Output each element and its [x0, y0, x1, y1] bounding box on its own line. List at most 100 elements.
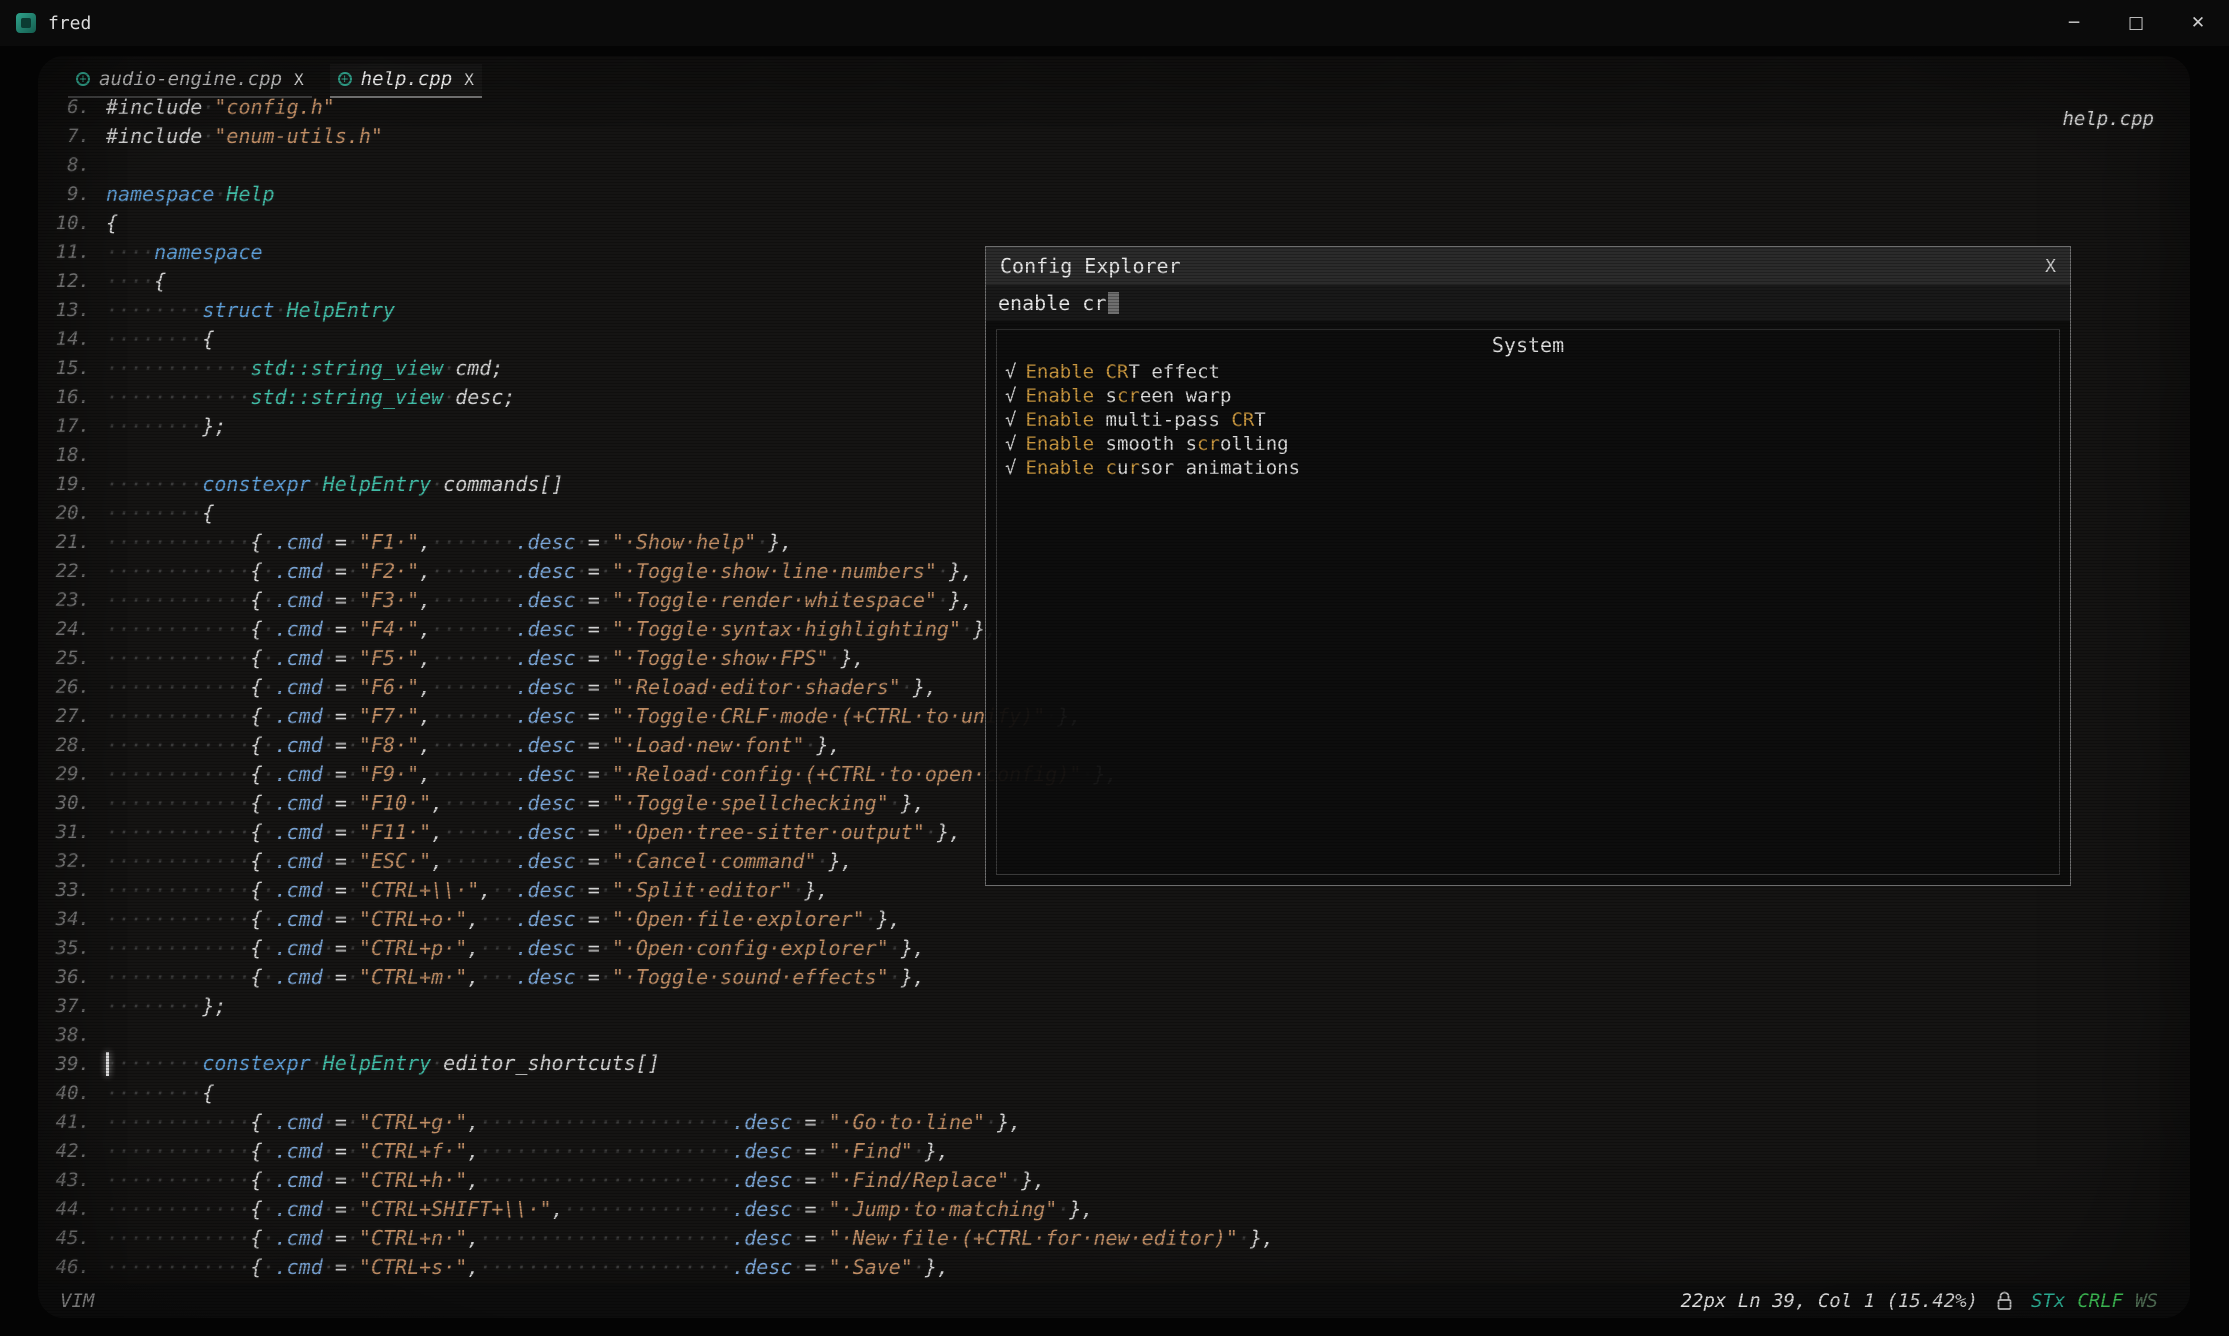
config-section-header: System: [997, 330, 2059, 360]
line-number: 46.: [38, 1256, 106, 1278]
line-number: 45.: [38, 1227, 106, 1249]
line-number: 19.: [38, 473, 106, 495]
config-entry[interactable]: √Enable screen warp: [997, 384, 2059, 408]
tab-label: audio-engine.cpp: [99, 68, 282, 90]
config-explorer-title: Config Explorer: [1000, 254, 1181, 278]
line-number: 31.: [38, 821, 106, 843]
line-number: 17.: [38, 415, 106, 437]
tab-bar: audio-engine.cpp Xhelp.cpp X: [68, 64, 482, 98]
app-icon: [16, 13, 36, 33]
line-number: 34.: [38, 908, 106, 930]
crt-editor-screen: audio-engine.cppXhelp.cppX help.cpp 6.#i…: [38, 56, 2190, 1318]
window-title: fred: [48, 13, 91, 34]
minimize-button[interactable]: ─: [2043, 0, 2105, 46]
titlebar: fred ─ □ ✕: [0, 0, 2229, 46]
line-number: 12.: [38, 270, 106, 292]
status-flags: STx CRLF WS: [2031, 1290, 2158, 1312]
config-entry[interactable]: √Enable multi-pass CRT: [997, 408, 2059, 432]
checked-checkbox-icon: √: [1005, 408, 1016, 432]
checked-checkbox-icon: √: [1005, 360, 1016, 384]
line-number: 41.: [38, 1111, 106, 1133]
code-line: 10.{: [38, 208, 2190, 237]
line-number: 40.: [38, 1082, 106, 1104]
config-entry-list: √Enable CRT effect√Enable screen warp√En…: [997, 360, 2059, 480]
checked-checkbox-icon: √: [1005, 432, 1016, 456]
code-line: 37.········};: [38, 991, 2190, 1020]
code-line: 9.namespace·Help: [38, 179, 2190, 208]
code-line: 8.: [38, 150, 2190, 179]
line-number: 20.: [38, 502, 106, 524]
config-explorer-dialog: Config Explorer X enable cr System √Enab…: [985, 246, 2071, 886]
close-button[interactable]: ✕: [2167, 0, 2229, 46]
tab-close-icon[interactable]: X: [464, 70, 474, 89]
line-number: 27.: [38, 705, 106, 727]
cpp-file-icon: [76, 72, 90, 86]
line-number: 22.: [38, 560, 106, 582]
line-number: 13.: [38, 299, 106, 321]
maximize-button[interactable]: □: [2105, 0, 2167, 46]
tab-label: help.cpp: [361, 68, 453, 90]
config-entry[interactable]: √Enable CRT effect: [997, 360, 2059, 384]
active-file-indicator: help.cpp: [2062, 108, 2154, 130]
status-flag-WS: WS: [2135, 1290, 2158, 1312]
code-line: 35.············{·.cmd·=·"CTRL+p·",···.de…: [38, 933, 2190, 962]
lock-icon: [1996, 1291, 2013, 1311]
line-number: 25.: [38, 647, 106, 669]
status-flag-CRLF: CRLF: [2077, 1290, 2123, 1312]
code-line: 40.········{: [38, 1078, 2190, 1107]
line-number: 10.: [38, 212, 106, 234]
line-number: 24.: [38, 618, 106, 640]
code-line: 46.············{·.cmd·=·"CTRL+s·",······…: [38, 1252, 2190, 1281]
code-line: 36.············{·.cmd·=·"CTRL+m·",···.de…: [38, 962, 2190, 991]
line-number: 6.: [38, 96, 106, 118]
line-number: 7.: [38, 125, 106, 147]
line-number: 43.: [38, 1169, 106, 1191]
line-number: 9.: [38, 183, 106, 205]
code-line: 7.#include·"enum-utils.h": [38, 121, 2190, 150]
config-search-input[interactable]: enable cr: [986, 285, 2070, 321]
line-number: 16.: [38, 386, 106, 408]
code-line: 43.············{·.cmd·=·"CTRL+h·",······…: [38, 1165, 2190, 1194]
code-line: 38.: [38, 1020, 2190, 1049]
line-number: 26.: [38, 676, 106, 698]
line-number: 21.: [38, 531, 106, 553]
tab-close-icon[interactable]: X: [294, 70, 304, 89]
window-controls: ─ □ ✕: [2043, 0, 2229, 46]
config-entry[interactable]: √Enable cursor animations: [997, 456, 2059, 480]
line-number: 38.: [38, 1024, 106, 1046]
status-bar: VIM 22px Ln 39, Col 1 (15.42%) STx CRLF WS: [38, 1284, 2190, 1318]
tab-help.cpp[interactable]: help.cpp X: [330, 64, 482, 98]
line-number: 28.: [38, 734, 106, 756]
code-line: 45.············{·.cmd·=·"CTRL+n·",······…: [38, 1223, 2190, 1252]
line-number: 36.: [38, 966, 106, 988]
line-number: 37.: [38, 995, 106, 1017]
config-explorer-close-button[interactable]: X: [2045, 256, 2056, 277]
line-number: 23.: [38, 589, 106, 611]
line-number: 14.: [38, 328, 106, 350]
code-line: 44.············{·.cmd·=·"CTRL+SHIFT+\\·"…: [38, 1194, 2190, 1223]
checked-checkbox-icon: √: [1005, 456, 1016, 480]
config-search-query: enable cr: [998, 291, 1106, 315]
code-line: 42.············{·.cmd·=·"CTRL+f·",······…: [38, 1136, 2190, 1165]
config-results-panel: System √Enable CRT effect√Enable screen …: [996, 329, 2060, 875]
line-number: 35.: [38, 937, 106, 959]
config-explorer-header: Config Explorer X: [986, 247, 2070, 285]
line-number: 33.: [38, 879, 106, 901]
status-flag-STx: STx: [2031, 1290, 2065, 1312]
cpp-file-icon: [338, 72, 352, 86]
code-line: 39.········constexpr·HelpEntry·editor_sh…: [38, 1049, 2190, 1078]
line-number: 18.: [38, 444, 106, 466]
cursor-position-stats: 22px Ln 39, Col 1 (15.42%): [1681, 1290, 1978, 1312]
line-number: 39.: [38, 1053, 106, 1075]
tab-audio-engine.cpp[interactable]: audio-engine.cpp X: [68, 64, 312, 98]
code-line: 34.············{·.cmd·=·"CTRL+o·",···.de…: [38, 904, 2190, 933]
line-number: 29.: [38, 763, 106, 785]
line-number: 32.: [38, 850, 106, 872]
line-number: 42.: [38, 1140, 106, 1162]
config-entry[interactable]: √Enable smooth scrolling: [997, 432, 2059, 456]
code-line: 41.············{·.cmd·=·"CTRL+g·",······…: [38, 1107, 2190, 1136]
status-bar-right: 22px Ln 39, Col 1 (15.42%) STx CRLF WS: [1681, 1290, 2158, 1312]
text-cursor: [1108, 292, 1119, 314]
vim-mode-indicator: VIM: [60, 1290, 94, 1312]
line-number: 8.: [38, 154, 106, 176]
